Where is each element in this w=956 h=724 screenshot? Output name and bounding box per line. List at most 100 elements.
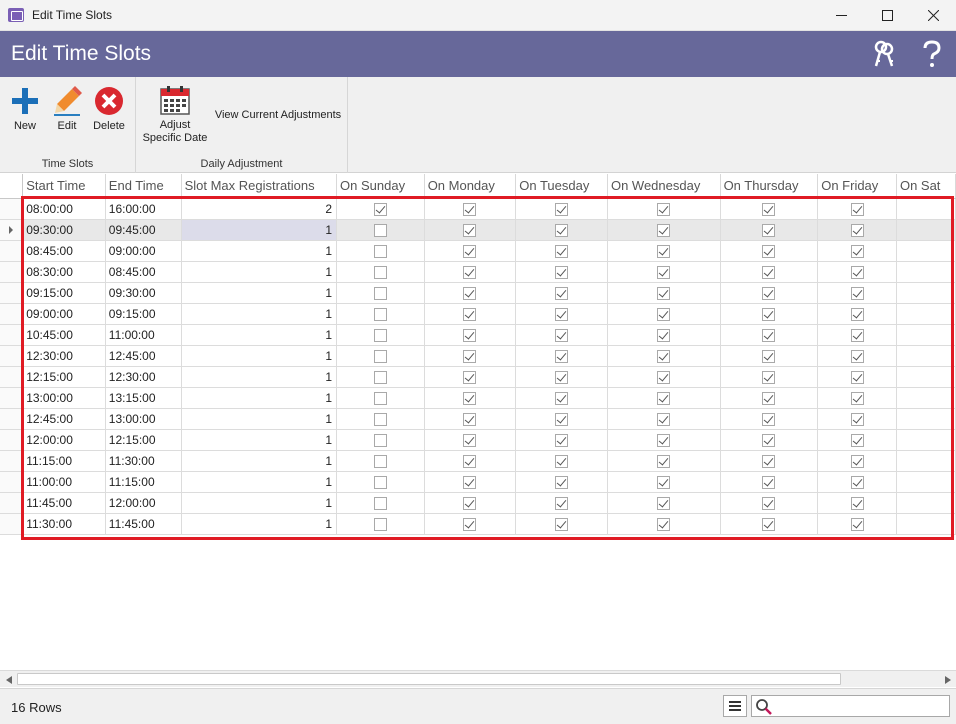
checkbox-checked[interactable] xyxy=(850,307,864,321)
checkbox-checked[interactable] xyxy=(850,244,864,258)
start-time-cell[interactable]: 08:45:00 xyxy=(22,240,106,262)
column-header-on-sat[interactable]: On Sat xyxy=(896,174,956,199)
start-time-cell[interactable]: 08:00:00 xyxy=(22,198,106,220)
row-indicator[interactable] xyxy=(0,492,24,514)
row-indicator[interactable] xyxy=(0,261,24,283)
slot-max-cell[interactable]: 1 xyxy=(181,387,338,409)
end-time-cell[interactable]: 11:45:00 xyxy=(105,513,182,535)
on-saturday-cell[interactable] xyxy=(896,219,956,241)
checkbox-checked[interactable] xyxy=(555,307,569,321)
column-header-on-tuesday[interactable]: On Tuesday xyxy=(515,174,608,199)
checkbox-checked[interactable] xyxy=(850,202,864,216)
end-time-cell[interactable]: 16:00:00 xyxy=(105,198,182,220)
checkbox-checked[interactable] xyxy=(463,307,477,321)
column-header-on-friday[interactable]: On Friday xyxy=(817,174,897,199)
checkbox-checked[interactable] xyxy=(555,496,569,510)
checkbox-checked[interactable] xyxy=(463,202,477,216)
on-saturday-cell[interactable] xyxy=(896,408,956,430)
view-current-adjustments-button[interactable]: View Current Adjustments xyxy=(212,109,344,122)
checkbox-checked[interactable] xyxy=(463,412,477,426)
end-time-cell[interactable]: 09:30:00 xyxy=(105,282,182,304)
on-saturday-cell[interactable] xyxy=(896,198,956,220)
checkbox-unchecked[interactable] xyxy=(373,286,387,300)
checkbox-checked[interactable] xyxy=(555,391,569,405)
checkbox-checked[interactable] xyxy=(657,286,671,300)
menu-button[interactable] xyxy=(723,695,747,717)
slot-max-cell[interactable]: 1 xyxy=(181,282,338,304)
maximize-button[interactable] xyxy=(864,0,910,31)
column-header-on-thursday[interactable]: On Thursday xyxy=(720,174,819,199)
on-saturday-cell[interactable] xyxy=(896,471,956,493)
end-time-cell[interactable]: 13:00:00 xyxy=(105,408,182,430)
scroll-left-button[interactable] xyxy=(0,671,17,688)
checkbox-checked[interactable] xyxy=(850,454,864,468)
checkbox-checked[interactable] xyxy=(850,265,864,279)
column-header-start-time[interactable]: Start Time xyxy=(22,174,106,199)
checkbox-checked[interactable] xyxy=(657,391,671,405)
row-indicator[interactable] xyxy=(0,513,24,535)
row-indicator[interactable] xyxy=(0,429,24,451)
checkbox-checked[interactable] xyxy=(850,412,864,426)
table-row[interactable]: 09:15:00 09:30:00 1 xyxy=(0,282,956,304)
checkbox-checked[interactable] xyxy=(762,328,776,342)
checkbox-checked[interactable] xyxy=(657,454,671,468)
checkbox-checked[interactable] xyxy=(657,475,671,489)
checkbox-checked[interactable] xyxy=(762,265,776,279)
edit-button[interactable]: Edit xyxy=(51,86,83,133)
checkbox-checked[interactable] xyxy=(762,223,776,237)
checkbox-checked[interactable] xyxy=(657,349,671,363)
checkbox-unchecked[interactable] xyxy=(373,475,387,489)
checkbox-checked[interactable] xyxy=(555,475,569,489)
checkbox-checked[interactable] xyxy=(555,265,569,279)
scroll-right-button[interactable] xyxy=(939,671,956,688)
checkbox-checked[interactable] xyxy=(762,412,776,426)
checkbox-checked[interactable] xyxy=(463,496,477,510)
checkbox-checked[interactable] xyxy=(555,223,569,237)
on-saturday-cell[interactable] xyxy=(896,450,956,472)
checkbox-unchecked[interactable] xyxy=(373,391,387,405)
checkbox-unchecked[interactable] xyxy=(373,496,387,510)
column-header-on-sunday[interactable]: On Sunday xyxy=(336,174,425,199)
start-time-cell[interactable]: 11:30:00 xyxy=(22,513,106,535)
end-time-cell[interactable]: 09:15:00 xyxy=(105,303,182,325)
on-saturday-cell[interactable] xyxy=(896,240,956,262)
horizontal-scrollbar[interactable] xyxy=(0,670,956,687)
checkbox-checked[interactable] xyxy=(850,328,864,342)
checkbox-checked[interactable] xyxy=(657,412,671,426)
on-saturday-cell[interactable] xyxy=(896,366,956,388)
checkbox-checked[interactable] xyxy=(463,370,477,384)
table-row[interactable]: 11:15:00 11:30:00 1 xyxy=(0,450,956,472)
checkbox-checked[interactable] xyxy=(555,244,569,258)
search-box[interactable] xyxy=(751,695,950,717)
checkbox-checked[interactable] xyxy=(657,244,671,258)
checkbox-checked[interactable] xyxy=(555,328,569,342)
checkbox-unchecked[interactable] xyxy=(373,433,387,447)
start-time-cell[interactable]: 12:45:00 xyxy=(22,408,106,430)
checkbox-checked[interactable] xyxy=(762,391,776,405)
on-saturday-cell[interactable] xyxy=(896,387,956,409)
checkbox-checked[interactable] xyxy=(657,517,671,531)
checkbox-checked[interactable] xyxy=(762,307,776,321)
slot-max-cell[interactable]: 1 xyxy=(181,492,338,514)
checkbox-checked[interactable] xyxy=(850,370,864,384)
slot-max-cell[interactable]: 1 xyxy=(181,513,338,535)
slot-max-cell[interactable]: 1 xyxy=(181,219,338,241)
checkbox-unchecked[interactable] xyxy=(373,412,387,426)
slot-max-cell[interactable]: 1 xyxy=(181,345,338,367)
table-row[interactable]: 08:45:00 09:00:00 1 xyxy=(0,240,956,262)
row-indicator[interactable] xyxy=(0,450,24,472)
end-time-cell[interactable]: 12:00:00 xyxy=(105,492,182,514)
table-row[interactable]: 11:45:00 12:00:00 1 xyxy=(0,492,956,514)
slot-max-cell[interactable]: 1 xyxy=(181,471,338,493)
checkbox-checked[interactable] xyxy=(555,286,569,300)
start-time-cell[interactable]: 12:00:00 xyxy=(22,429,106,451)
column-header-on-monday[interactable]: On Monday xyxy=(424,174,517,199)
column-header-end-time[interactable]: End Time xyxy=(105,174,182,199)
on-saturday-cell[interactable] xyxy=(896,303,956,325)
end-time-cell[interactable]: 09:45:00 xyxy=(105,219,182,241)
checkbox-unchecked[interactable] xyxy=(373,328,387,342)
on-saturday-cell[interactable] xyxy=(896,282,956,304)
checkbox-checked[interactable] xyxy=(850,391,864,405)
table-row[interactable]: 12:45:00 13:00:00 1 xyxy=(0,408,956,430)
end-time-cell[interactable]: 11:30:00 xyxy=(105,450,182,472)
